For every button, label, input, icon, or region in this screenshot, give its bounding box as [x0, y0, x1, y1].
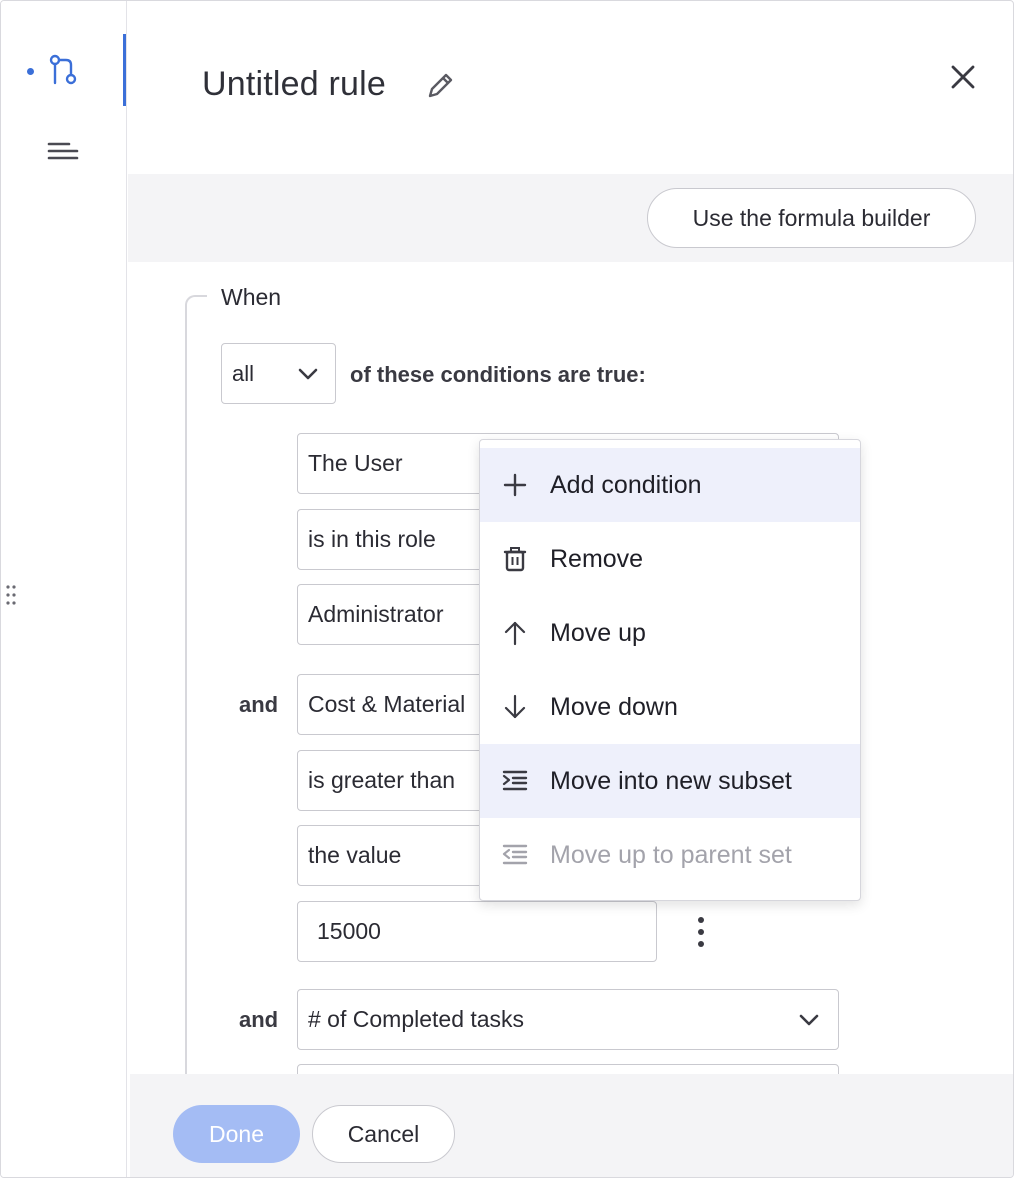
menu-item-label: Move up to parent set — [550, 840, 792, 869]
active-indicator-dot — [27, 68, 34, 75]
menu-item-label: Move into new subset — [550, 766, 792, 795]
chevron-down-icon — [298, 368, 318, 380]
formula-builder-button[interactable]: Use the formula builder — [647, 188, 976, 248]
field-value: is in this role — [308, 526, 436, 552]
rule-editor-window: Untitled rule Use the formula builder Wh… — [0, 0, 1014, 1178]
trash-icon — [503, 547, 527, 572]
conditions-text: of these conditions are true: — [350, 362, 646, 387]
field-value: # of Completed tasks — [308, 1006, 525, 1032]
field-value: is greater than — [308, 767, 456, 793]
arrow-up-icon — [504, 621, 526, 646]
field-value: Cost & Material — [308, 691, 466, 717]
done-button[interactable]: Done — [173, 1105, 300, 1163]
menu-item-label: Move up — [550, 618, 646, 647]
side-rail — [1, 1, 127, 1177]
condition-value-input[interactable]: 15000 — [297, 901, 657, 962]
drag-handle-icon[interactable] — [5, 584, 17, 606]
chevron-down-icon — [799, 1014, 819, 1026]
menu-item-move-up[interactable]: Move up — [480, 596, 860, 670]
menu-item-move-down[interactable]: Move down — [480, 670, 860, 744]
menu-item-label: Move down — [550, 692, 678, 721]
field-value: 15000 — [317, 918, 381, 944]
menu-item-move-to-parent: Move up to parent set — [480, 818, 860, 892]
field-value: The User — [308, 450, 403, 476]
arrow-down-icon — [504, 694, 526, 719]
field-value: the value — [308, 842, 402, 868]
menu-item-label: Add condition — [550, 470, 702, 499]
pencil-icon[interactable] — [425, 69, 457, 101]
menu-item-label: Remove — [550, 544, 644, 573]
rule-title: Untitled rule — [202, 65, 387, 103]
outdent-icon — [502, 844, 528, 865]
field-value: Administrator — [308, 601, 444, 627]
and-connector: and — [239, 1007, 279, 1032]
condition-context-menu: Add condition Remove Move up Move down M… — [479, 439, 861, 901]
menu-item-move-into-subset[interactable]: Move into new subset — [480, 744, 860, 818]
lines-icon — [47, 142, 79, 160]
close-icon[interactable] — [947, 61, 979, 93]
condition-subject-select[interactable]: # of Completed tasks — [297, 989, 839, 1050]
rail-item-rules[interactable] — [1, 34, 126, 106]
cancel-button[interactable]: Cancel — [312, 1105, 455, 1163]
menu-item-remove[interactable]: Remove — [480, 522, 860, 596]
menu-item-add-condition[interactable]: Add condition — [480, 448, 860, 522]
quantifier-select[interactable]: all — [221, 343, 336, 404]
indent-icon — [502, 770, 528, 791]
when-label: When — [221, 284, 282, 310]
branch-icon — [49, 54, 77, 85]
condition-group-bracket — [185, 295, 207, 1085]
rail-item-details[interactable] — [1, 115, 125, 187]
plus-icon — [503, 473, 527, 497]
quantifier-value: all — [232, 360, 255, 386]
and-connector: and — [239, 692, 279, 717]
more-vertical-icon[interactable] — [691, 915, 711, 949]
